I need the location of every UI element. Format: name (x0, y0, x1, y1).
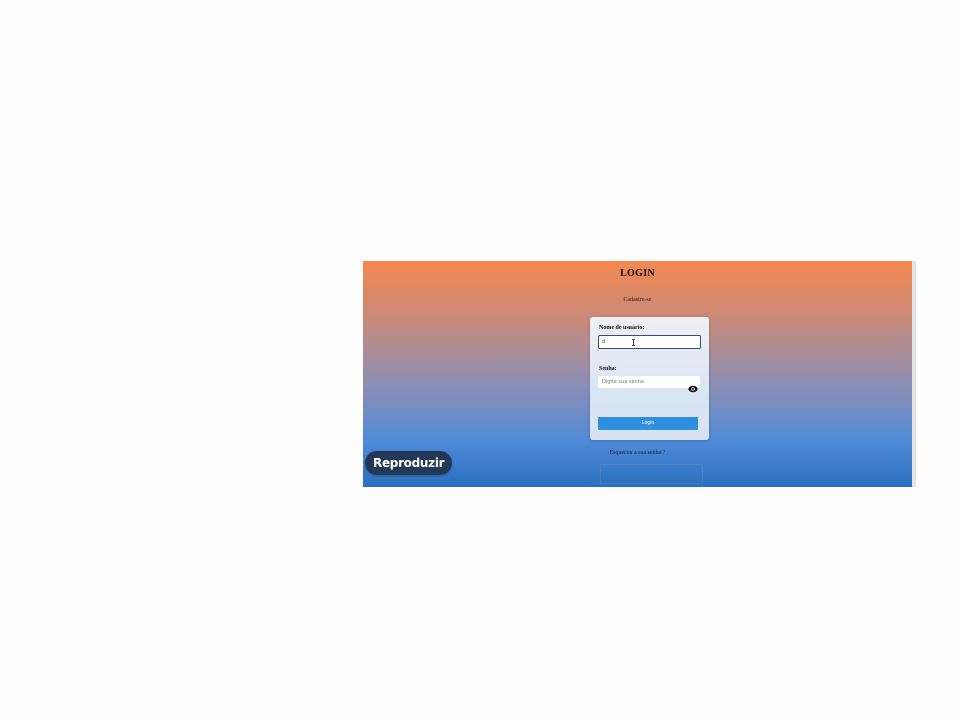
login-card: Nome de usuário: d Senha: Digite sua sen… (590, 317, 709, 440)
page: LOGIN Cadastre-se Nome de usuário: d Sen… (0, 0, 960, 720)
username-label: Nome de usuário: (599, 325, 645, 331)
login-title: LOGIN (620, 268, 655, 279)
password-input[interactable]: Digite sua senha (598, 376, 700, 388)
signup-link[interactable]: Cadastre-se (363, 297, 912, 303)
video-edge-strip (912, 261, 916, 487)
login-button[interactable]: Login (598, 417, 698, 430)
faint-outline (600, 464, 703, 484)
username-value: d (602, 339, 606, 345)
username-input[interactable]: d (598, 335, 701, 349)
eye-icon[interactable] (688, 378, 698, 393)
text-cursor-icon (632, 339, 635, 346)
password-label: Senha: (599, 366, 617, 372)
play-button[interactable]: Reproduzir (365, 451, 453, 475)
